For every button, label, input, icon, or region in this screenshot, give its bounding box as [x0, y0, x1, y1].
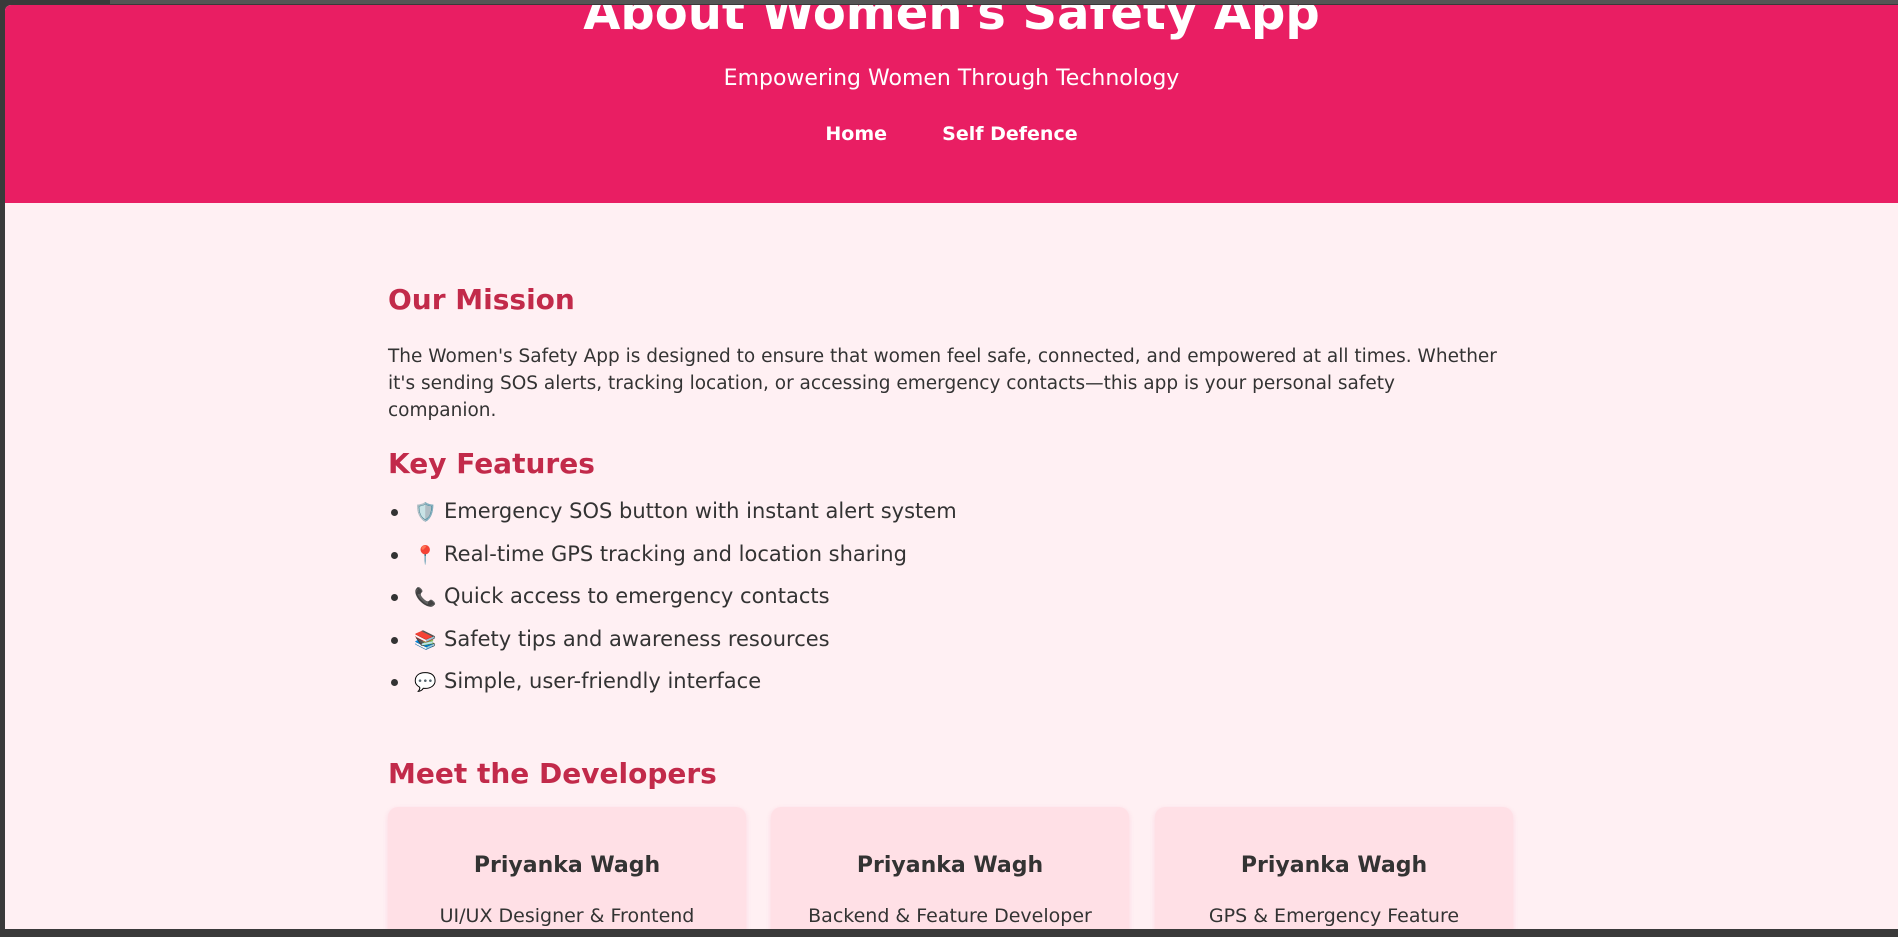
- developer-card: Priyanka Wagh UI/UX Designer & Frontend: [388, 807, 746, 929]
- phone-icon: 📞: [414, 587, 437, 608]
- features-list: 🛡️ Emergency SOS button with instant aler…: [388, 499, 957, 712]
- nav-link-self-defence[interactable]: Self Defence: [942, 123, 1077, 145]
- list-item: 📚 Safety tips and awareness resources: [388, 627, 957, 670]
- mission-text: The Women's Safety App is designed to en…: [388, 346, 1497, 421]
- window-bottom-edge: [0, 929, 1898, 937]
- feature-label: Quick access to emergency contacts: [444, 584, 830, 608]
- page-header: About Women's Safety App Empowering Wome…: [5, 5, 1898, 203]
- feature-label: Simple, user-friendly interface: [444, 669, 762, 693]
- list-item: 📞 Quick access to emergency contacts: [388, 584, 957, 627]
- list-item: 💬 Simple, user-friendly interface: [388, 669, 957, 712]
- pin-icon: 📍: [414, 544, 437, 566]
- feature-label: Safety tips and awareness resources: [444, 626, 830, 651]
- list-item: 📍 Real-time GPS tracking and location sha…: [388, 542, 957, 585]
- main-nav: Home Self Defence: [5, 123, 1898, 145]
- developer-role: UI/UX Designer & Frontend: [439, 905, 695, 927]
- feature-label: Real-time GPS tracking and location shar…: [444, 541, 907, 566]
- browser-window: About Women's Safety App Empowering Wome…: [5, 5, 1898, 929]
- developer-name: Priyanka Wagh: [473, 853, 661, 878]
- tagline: Empowering Women Through Technology: [723, 66, 1180, 91]
- developer-role: GPS & Emergency Feature: [1208, 905, 1460, 927]
- developers-heading: Meet the Developers: [388, 757, 717, 790]
- list-item: 🛡️ Emergency SOS button with instant aler…: [388, 499, 957, 542]
- books-icon: 📚: [414, 629, 437, 651]
- shield-icon: 🛡️: [414, 502, 437, 523]
- features-heading: Key Features: [388, 447, 595, 480]
- developer-card: Priyanka Wagh Backend & Feature Develope…: [771, 807, 1129, 929]
- window-top-edge: [110, 0, 1898, 4]
- speech-bubble-icon: 💬: [414, 672, 437, 693]
- developer-name: Priyanka Wagh: [856, 853, 1044, 878]
- developer-card: Priyanka Wagh GPS & Emergency Feature: [1155, 807, 1513, 929]
- page-title: About Women's Safety App: [583, 5, 1320, 41]
- developer-role: Backend & Feature Developer: [808, 905, 1092, 927]
- developer-cards: Priyanka Wagh UI/UX Designer & Frontend …: [388, 807, 1518, 929]
- nav-link-home[interactable]: Home: [825, 123, 887, 145]
- feature-label: Emergency SOS button with instant alert …: [444, 499, 957, 523]
- developer-name: Priyanka Wagh: [1240, 853, 1428, 878]
- mission-heading: Our Mission: [388, 283, 575, 316]
